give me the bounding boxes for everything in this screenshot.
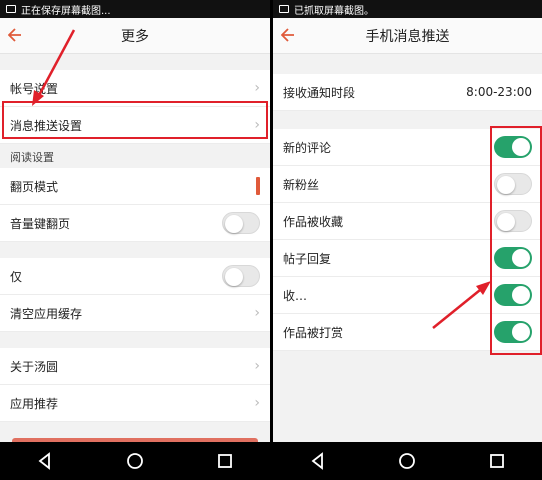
status-bar: 正在保存屏幕截图... <box>0 0 270 18</box>
notify-time-value: 8:00-23:00 <box>466 85 532 99</box>
status-text: 正在保存屏幕截图... <box>21 5 111 17</box>
account-settings-row[interactable]: 帐号说置 › <box>0 70 270 107</box>
push-settings-row[interactable]: 消息推送设置 › <box>0 107 270 144</box>
circle-home-icon[interactable] <box>124 450 146 472</box>
nav-bar <box>0 442 270 480</box>
nav-bar <box>273 442 542 480</box>
circle-home-icon[interactable] <box>396 450 418 472</box>
only-label: 仅 <box>10 269 23 284</box>
push-settings-label: 消息推送设置 <box>10 118 83 133</box>
about-label: 关于汤圆 <box>10 359 59 374</box>
square-recent-icon[interactable] <box>486 450 508 472</box>
push-toggle[interactable] <box>494 247 532 269</box>
push-row-label: 收… <box>283 288 308 303</box>
chevron-right-icon: › <box>254 358 260 374</box>
push-row-comment: 新的评论 <box>273 129 542 166</box>
push-settings-screen: 已抓取屏幕截图。 手机消息推送 接收通知时段 8:00-23:00 新的评论 新… <box>273 0 542 480</box>
push-toggle-list: 新的评论 新粉丝 作品被收藏 帖子回复 收… 作品被打赏 <box>273 129 542 351</box>
screenshot-icon <box>279 5 289 13</box>
top-bar: 手机消息推送 <box>273 18 542 54</box>
chevron-right-icon: › <box>254 305 260 321</box>
more-screen: 正在保存屏幕截图... 更多 帐号说置 › 消息推送设置 › 阅读设置 翻页模式… <box>0 0 270 480</box>
status-text: 已抓取屏幕截图。 <box>294 5 374 17</box>
push-toggle[interactable] <box>494 321 532 343</box>
push-row-label: 作品被打赏 <box>283 325 344 340</box>
clear-cache-row[interactable]: 清空应用缓存 › <box>0 295 270 332</box>
chevron-right-icon: › <box>254 395 260 411</box>
push-row-follower: 新粉丝 <box>273 166 542 203</box>
notify-time-label: 接收通知时段 <box>283 85 356 100</box>
push-row-label: 新的评论 <box>283 140 332 155</box>
arrow-left-icon[interactable] <box>8 27 22 43</box>
recommend-row[interactable]: 应用推荐 › <box>0 385 270 422</box>
push-row-reply: 帖子回复 <box>273 240 542 277</box>
about-row[interactable]: 关于汤圆 › <box>0 348 270 385</box>
push-row-label: 新粉丝 <box>283 177 320 192</box>
triangle-back-icon[interactable] <box>307 450 329 472</box>
page-mode-row[interactable]: 翻页模式 <box>0 168 270 205</box>
push-row-label: 帖子回复 <box>283 251 332 266</box>
push-row-label: 作品被收藏 <box>283 214 344 229</box>
chevron-right-icon: › <box>254 80 260 96</box>
only-toggle[interactable] <box>222 265 260 287</box>
volume-key-label: 音量键翻页 <box>10 216 71 231</box>
push-row-tipped: 作品被打赏 <box>273 314 542 351</box>
arrow-left-icon[interactable] <box>281 27 295 43</box>
page-title: 更多 <box>121 28 149 45</box>
status-bar: 已抓取屏幕截图。 <box>273 0 542 18</box>
push-row-received: 收… <box>273 277 542 314</box>
top-bar: 更多 <box>0 18 270 54</box>
push-toggle[interactable] <box>494 210 532 232</box>
triangle-back-icon[interactable] <box>34 450 56 472</box>
square-recent-icon[interactable] <box>214 450 236 472</box>
push-toggle[interactable] <box>494 284 532 306</box>
volume-key-toggle[interactable] <box>222 212 260 234</box>
push-toggle[interactable] <box>494 136 532 158</box>
reading-section-header: 阅读设置 <box>0 144 270 168</box>
recommend-label: 应用推荐 <box>10 396 59 411</box>
volume-key-row: 音量键翻页 <box>0 205 270 242</box>
push-toggle[interactable] <box>494 173 532 195</box>
notify-time-row[interactable]: 接收通知时段 8:00-23:00 <box>273 74 542 111</box>
push-row-collected: 作品被收藏 <box>273 203 542 240</box>
chevron-right-icon: › <box>254 117 260 133</box>
only-row: 仅 <box>0 258 270 295</box>
clear-cache-label: 清空应用缓存 <box>10 306 83 321</box>
account-settings-label: 帐号说置 <box>10 81 59 96</box>
screenshot-icon <box>6 5 16 13</box>
page-mode-indicator <box>256 177 260 195</box>
page-mode-label: 翻页模式 <box>10 179 59 194</box>
page-title: 手机消息推送 <box>365 28 450 45</box>
